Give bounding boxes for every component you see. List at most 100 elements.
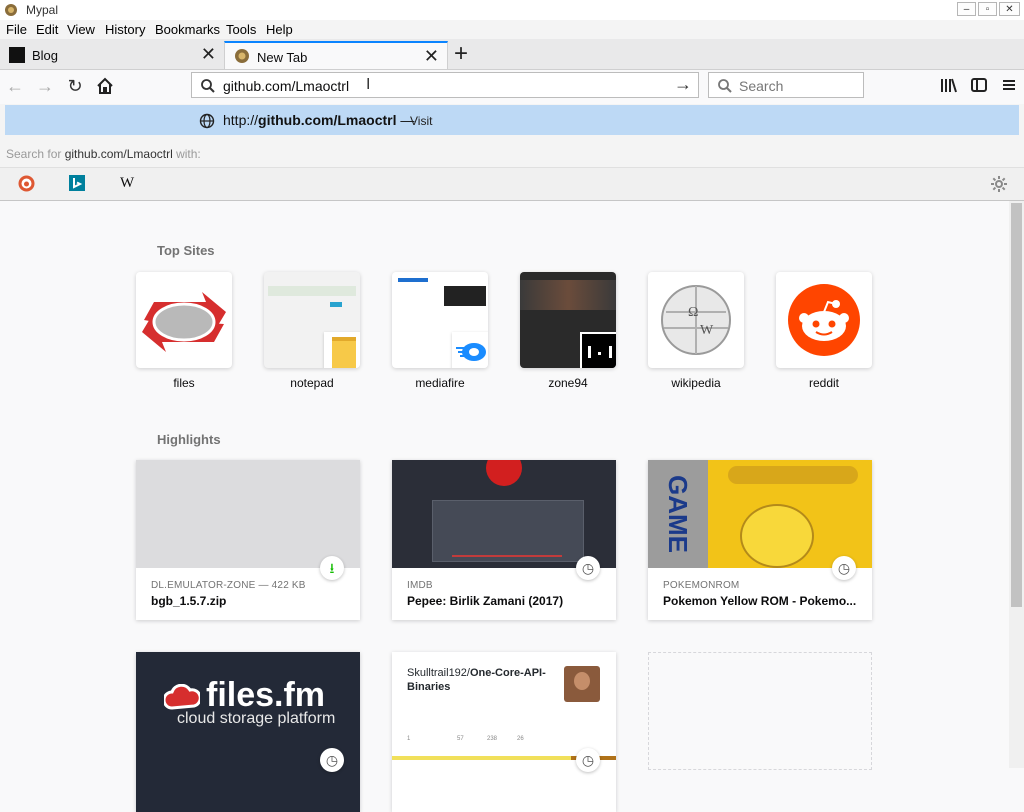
repo-stat-issues: 57 [457, 736, 464, 742]
repo-stat-forks: 26 [517, 736, 524, 742]
search-bar[interactable]: Search [708, 72, 864, 98]
repo-user: Skulltrail192/ [407, 667, 470, 679]
highlight-card[interactable]: ◷ IMDB Pepee: Birlik Zamani (2017) [392, 460, 616, 620]
empty-highlight-placeholder [648, 652, 872, 770]
repo-stat-stars: 238 [487, 736, 498, 742]
top-site-notepad[interactable] [264, 272, 360, 368]
menubar: File Edit View History Bookmarks Tools H… [0, 20, 1024, 39]
clock-icon: ◷ [320, 748, 344, 772]
highlight-title: Pepee: Birlik Zamani (2017) [407, 594, 564, 608]
gear-icon[interactable] [990, 175, 1008, 193]
repo-title: Skulltrail192/One-Core-API-Binaries [407, 666, 557, 694]
menu-file[interactable]: File [6, 22, 27, 37]
search-with-prefix: Search for [6, 147, 62, 161]
top-site-reddit[interactable] [776, 272, 872, 368]
highlight-card[interactable]: files.fm cloud storage platform ◷ [136, 652, 360, 812]
go-arrow-icon[interactable]: → [674, 74, 692, 95]
highlight-source: DL.EMULATOR-ZONE — 422 KB [151, 580, 306, 591]
highlight-title: bgb_1.5.7.zip [151, 594, 227, 608]
suggestion-visit-label: Visit [410, 114, 433, 128]
autocomplete-suggestion[interactable]: http://github.com/Lmaoctrl — Visit [5, 105, 1019, 135]
clock-icon: ◷ [576, 748, 600, 772]
top-site-files[interactable] [136, 272, 232, 368]
new-tab-plus-icon[interactable]: + [454, 40, 468, 68]
suggestion-url-domain: github.com/Lmaoctrl [258, 112, 397, 128]
top-site-label: wikipedia [671, 376, 721, 390]
url-bar[interactable]: github.com/Lmaoctrl I → [191, 72, 699, 98]
top-site-label: zone94 [548, 376, 588, 390]
highlight-source: IMDB [407, 580, 433, 591]
globe-icon [199, 113, 215, 129]
mypal-logo-icon [5, 4, 17, 16]
files-fm-tagline: cloud storage platform [177, 710, 336, 727]
clock-icon: ◷ [832, 556, 856, 580]
tab-label: New Tab [257, 50, 308, 65]
sidebar-icon[interactable] [970, 76, 988, 94]
highlight-thumbnail [136, 460, 360, 568]
forward-arrow-icon[interactable]: → [34, 75, 56, 97]
game-boy-logo-icon: GAME BOY [663, 475, 693, 553]
search-placeholder: Search [739, 78, 784, 94]
suggestion-url-prefix: http:// [223, 112, 259, 128]
close-tab-icon[interactable]: ✕ [201, 44, 216, 65]
reload-icon[interactable]: ↻ [64, 75, 86, 97]
tab-strip: Blog ✕ New Tab ✕ + [0, 39, 1024, 70]
blog-favicon-icon [9, 47, 25, 63]
bing-icon[interactable] [69, 175, 85, 191]
notepad-icon [324, 332, 360, 368]
menu-bookmarks[interactable]: Bookmarks [155, 22, 220, 37]
hamburger-menu-icon[interactable] [1000, 76, 1018, 94]
maximize-button[interactable]: ▫ [978, 2, 997, 16]
vertical-scrollbar[interactable] [1009, 201, 1024, 768]
wikipedia-engine-icon[interactable]: W [120, 175, 134, 192]
top-site-zone94[interactable] [520, 272, 616, 368]
duckduckgo-icon[interactable] [18, 175, 35, 192]
top-site-wikipedia[interactable]: ΩW [648, 272, 744, 368]
clock-icon: ◷ [576, 556, 600, 580]
highlights-heading: Highlights [157, 432, 221, 447]
avatar [564, 666, 600, 702]
menu-history[interactable]: History [105, 22, 145, 37]
text-cursor-icon: I [366, 76, 371, 93]
highlight-card[interactable]: ⭳ DL.EMULATOR-ZONE — 422 KB bgb_1.5.7.zi… [136, 460, 360, 620]
tab-label: Blog [32, 48, 59, 63]
menu-help[interactable]: Help [266, 22, 293, 37]
library-icon[interactable] [940, 76, 958, 94]
close-window-button[interactable]: ✕ [999, 2, 1020, 16]
url-input-value[interactable]: github.com/Lmaoctrl [223, 78, 349, 94]
menu-edit[interactable]: Edit [36, 22, 58, 37]
close-tab-icon[interactable]: ✕ [424, 46, 439, 67]
menu-tools[interactable]: Tools [226, 22, 256, 37]
svg-text:W: W [700, 323, 714, 338]
top-sites-heading: Top Sites [157, 243, 215, 258]
top-site-mediafire[interactable] [392, 272, 488, 368]
search-engine-row: W [0, 167, 1024, 200]
scrollbar-thumb[interactable] [1011, 203, 1022, 607]
minimize-button[interactable]: – [957, 2, 976, 16]
window-titlebar: Mypal – ▫ ✕ [0, 0, 1024, 21]
zone94-icon [580, 332, 616, 368]
highlight-card[interactable]: Skulltrail192/One-Core-API-Binaries 1 57… [392, 652, 616, 812]
top-site-label: mediafire [415, 376, 465, 390]
tab-new-tab[interactable]: New Tab ✕ [224, 41, 448, 69]
top-site-label: files [173, 376, 195, 390]
files-fm-logo-icon [142, 292, 226, 352]
new-tab-page: Top Sites files notepad mediafire zone94… [0, 201, 1009, 812]
reddit-logo-icon [788, 284, 860, 356]
cloud-logo-icon [164, 684, 200, 710]
top-site-label: reddit [808, 376, 840, 390]
highlight-source: POKEMONROM [663, 580, 740, 591]
highlight-title: Pokemon Yellow ROM - Pokemo... [663, 594, 857, 608]
search-with-suffix: with: [176, 147, 201, 161]
highlight-card[interactable]: GAME BOY ◷ POKEMONROM Pokemon Yellow ROM… [648, 460, 872, 620]
highlight-thumbnail: GAME BOY [648, 460, 872, 568]
search-icon [718, 79, 732, 93]
home-icon[interactable] [94, 75, 116, 97]
menu-view[interactable]: View [67, 22, 95, 37]
search-with-text: Search for github.com/Lmaoctrl with: [6, 147, 201, 161]
download-icon: ⭳ [320, 556, 344, 580]
top-site-label: notepad [290, 376, 334, 390]
mypal-favicon-icon [235, 49, 249, 63]
back-arrow-icon[interactable]: ← [4, 75, 26, 97]
tab-blog[interactable]: Blog ✕ [0, 41, 224, 69]
